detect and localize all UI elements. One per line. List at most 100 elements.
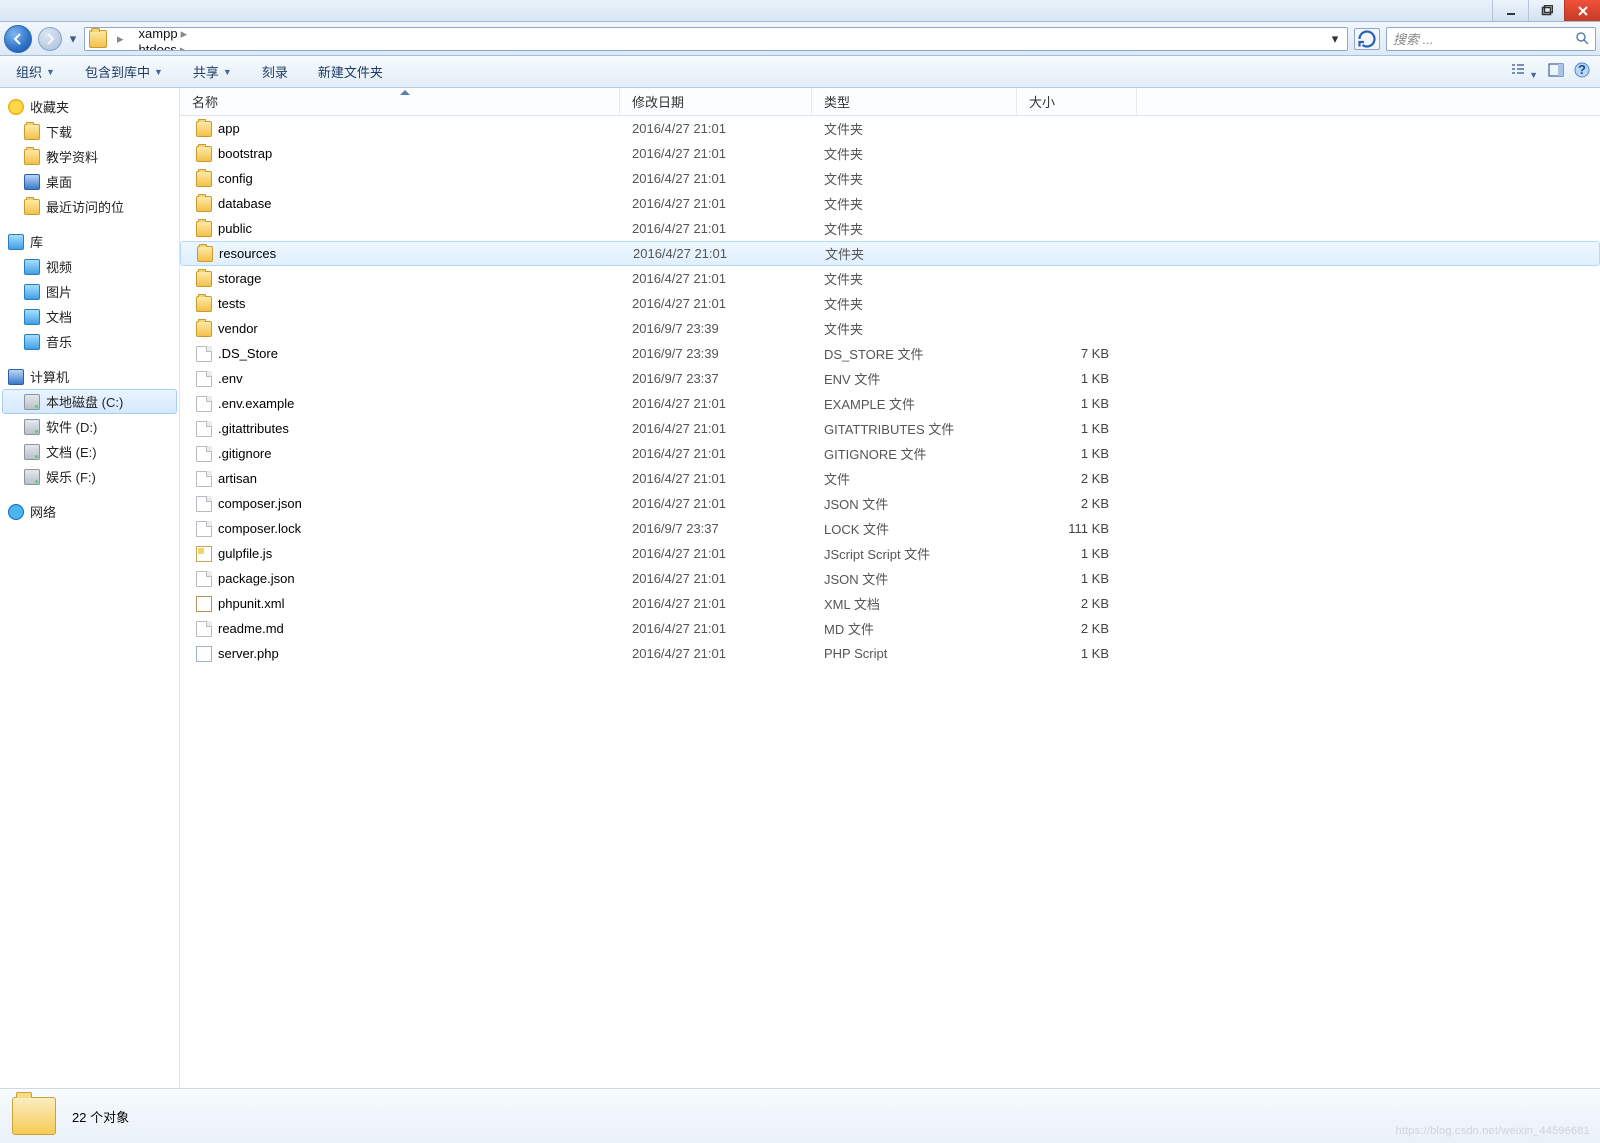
file-row[interactable]: readme.md2016/4/27 21:01MD 文件2 KB (180, 616, 1600, 641)
file-row[interactable]: tests2016/4/27 21:01文件夹 (180, 291, 1600, 316)
nav-forward-button[interactable] (38, 27, 62, 51)
close-button[interactable] (1564, 0, 1600, 21)
sidebar-item[interactable]: 桌面 (2, 169, 177, 194)
sidebar-item-label: 库 (30, 232, 43, 251)
folder-icon (24, 199, 40, 215)
sidebar-item[interactable]: 最近访问的位 (2, 194, 177, 219)
file-size: 2 KB (1017, 496, 1137, 511)
file-row[interactable]: database2016/4/27 21:01文件夹 (180, 191, 1600, 216)
file-row[interactable]: bootstrap2016/4/27 21:01文件夹 (180, 141, 1600, 166)
file-date: 2016/4/27 21:01 (620, 446, 812, 461)
nav-back-button[interactable] (4, 25, 32, 53)
maximize-button[interactable] (1528, 0, 1564, 21)
organize-menu[interactable]: 组织▼ (10, 59, 61, 84)
sidebar-item-label: 图片 (46, 282, 72, 301)
view-menu[interactable]: ▼ (1510, 62, 1538, 81)
file-row[interactable]: config2016/4/27 21:01文件夹 (180, 166, 1600, 191)
share-menu[interactable]: 共享▼ (187, 59, 238, 84)
sidebar-item[interactable]: 文档 (E:) (2, 439, 177, 464)
sidebar-item[interactable]: 视频 (2, 254, 177, 279)
file-icon (196, 396, 212, 412)
file-row[interactable]: gulpfile.js2016/4/27 21:01JScript Script… (180, 541, 1600, 566)
minimize-button[interactable] (1492, 0, 1528, 21)
sidebar-item-label: 下载 (46, 122, 72, 141)
file-name: resources (219, 246, 276, 261)
file-type: JSON 文件 (812, 494, 1017, 513)
file-type: 文件 (812, 469, 1017, 488)
address-dropdown[interactable]: ▾ (1327, 31, 1343, 47)
file-name: gulpfile.js (218, 546, 272, 561)
file-row[interactable]: server.php2016/4/27 21:01PHP Script1 KB (180, 641, 1600, 666)
search-input[interactable]: 搜索 ... (1386, 27, 1596, 51)
file-date: 2016/4/27 21:01 (620, 546, 812, 561)
file-row[interactable]: .DS_Store2016/9/7 23:39DS_STORE 文件7 KB (180, 341, 1600, 366)
monitor-icon (8, 369, 24, 385)
file-row[interactable]: vendor2016/9/7 23:39文件夹 (180, 316, 1600, 341)
sidebar-item[interactable]: 下载 (2, 119, 177, 144)
file-row[interactable]: app2016/4/27 21:01文件夹 (180, 116, 1600, 141)
new-folder-button[interactable]: 新建文件夹 (312, 59, 389, 84)
preview-pane-button[interactable] (1548, 62, 1564, 81)
sidebar-group[interactable]: 库 (2, 229, 177, 254)
file-row[interactable]: composer.lock2016/9/7 23:37LOCK 文件111 KB (180, 516, 1600, 541)
file-row[interactable]: .gitignore2016/4/27 21:01GITIGNORE 文件1 K… (180, 441, 1600, 466)
file-row[interactable]: .env.example2016/4/27 21:01EXAMPLE 文件1 K… (180, 391, 1600, 416)
file-row[interactable]: package.json2016/4/27 21:01JSON 文件1 KB (180, 566, 1600, 591)
sidebar-item[interactable]: 文档 (2, 304, 177, 329)
column-date[interactable]: 修改日期 (620, 88, 812, 115)
burn-button[interactable]: 刻录 (256, 59, 294, 84)
lib-icon (24, 334, 40, 350)
file-date: 2016/4/27 21:01 (620, 646, 812, 661)
file-row[interactable]: phpunit.xml2016/4/27 21:01XML 文档2 KB (180, 591, 1600, 616)
file-size: 1 KB (1017, 396, 1137, 411)
sidebar-item-label: 桌面 (46, 172, 72, 191)
main-area: 收藏夹下载教学资料桌面最近访问的位库视频图片文档音乐计算机本地磁盘 (C:)软件… (0, 88, 1600, 1088)
file-date: 2016/4/27 21:01 (620, 196, 812, 211)
column-name[interactable]: 名称 (180, 88, 620, 115)
file-row[interactable]: artisan2016/4/27 21:01文件2 KB (180, 466, 1600, 491)
file-type: 文件夹 (812, 294, 1017, 313)
sidebar-group[interactable]: 计算机 (2, 364, 177, 389)
file-type: MD 文件 (812, 619, 1017, 638)
sidebar-item[interactable]: 教学资料 (2, 144, 177, 169)
file-row[interactable]: storage2016/4/27 21:01文件夹 (180, 266, 1600, 291)
column-size[interactable]: 大小 (1017, 88, 1137, 115)
column-type[interactable]: 类型 (812, 88, 1017, 115)
file-name: artisan (218, 471, 257, 486)
file-row[interactable]: resources2016/4/27 21:01文件夹 (180, 241, 1600, 266)
nav-history-dropdown[interactable]: ▾ (68, 31, 78, 47)
file-name: storage (218, 271, 261, 286)
file-js-icon (196, 546, 212, 562)
breadcrumb-segment[interactable]: xampp▸ (134, 27, 234, 42)
file-row[interactable]: .env2016/9/7 23:37ENV 文件1 KB (180, 366, 1600, 391)
folder-icon (196, 196, 212, 212)
file-size: 1 KB (1017, 546, 1137, 561)
refresh-button[interactable] (1354, 28, 1380, 50)
sidebar-item[interactable]: 软件 (D:) (2, 414, 177, 439)
file-name: .DS_Store (218, 346, 278, 361)
file-name: .env (218, 371, 243, 386)
breadcrumb-segment[interactable]: htdocs▸ (134, 42, 234, 51)
file-row[interactable]: .gitattributes2016/4/27 21:01GITATTRIBUT… (180, 416, 1600, 441)
drive-icon (24, 469, 40, 485)
breadcrumb-root-chevron[interactable]: ▸ (109, 31, 132, 47)
file-row[interactable]: public2016/4/27 21:01文件夹 (180, 216, 1600, 241)
address-field[interactable]: ▸ 计算机▸本地磁盘 (C:)▸xampp▸htdocs▸PHPprimary▸… (84, 27, 1348, 51)
sidebar-item[interactable]: 图片 (2, 279, 177, 304)
sidebar-item[interactable]: 本地磁盘 (C:) (2, 389, 177, 414)
file-date: 2016/9/7 23:39 (620, 321, 812, 336)
file-row[interactable]: composer.json2016/4/27 21:01JSON 文件2 KB (180, 491, 1600, 516)
file-date: 2016/4/27 21:01 (620, 571, 812, 586)
file-date: 2016/4/27 21:01 (620, 471, 812, 486)
help-button[interactable]: ? (1574, 62, 1590, 81)
file-type: LOCK 文件 (812, 519, 1017, 538)
sidebar-item[interactable]: 娱乐 (F:) (2, 464, 177, 489)
drive-icon (24, 444, 40, 460)
sidebar-item[interactable]: 音乐 (2, 329, 177, 354)
file-name: server.php (218, 646, 279, 661)
file-name: phpunit.xml (218, 596, 284, 611)
chevron-right-icon: ▸ (177, 42, 190, 51)
sidebar-group[interactable]: 网络 (2, 499, 177, 524)
sidebar-group[interactable]: 收藏夹 (2, 94, 177, 119)
include-in-library-menu[interactable]: 包含到库中▼ (79, 59, 169, 84)
